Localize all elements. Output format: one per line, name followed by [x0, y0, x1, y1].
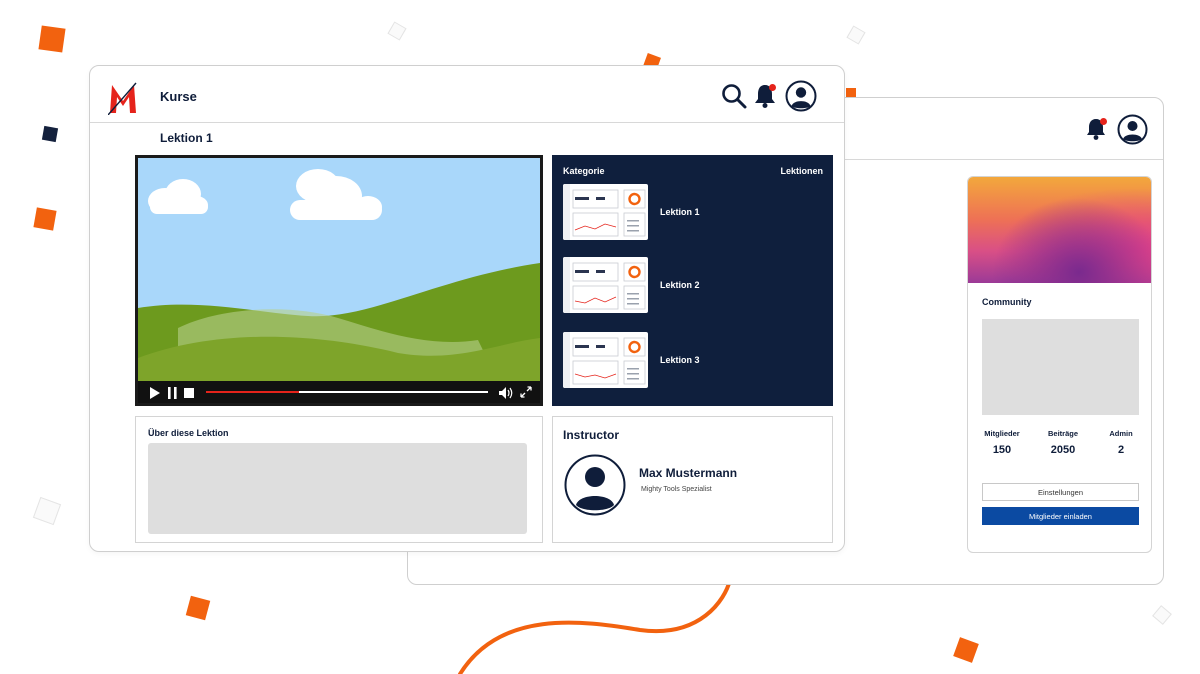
lesson-thumbnail: [563, 257, 648, 313]
about-lesson-card: Über diese Lektion: [135, 416, 543, 543]
instructor-avatar-icon[interactable]: [564, 454, 626, 516]
lesson-thumbnail: [563, 332, 648, 388]
stat-admins: Admin 2: [1104, 429, 1138, 456]
stat-label: Beiträge: [1047, 429, 1078, 438]
invite-members-button[interactable]: Mitglieder einladen: [982, 507, 1139, 525]
decor-square: [387, 21, 407, 41]
page-title: Lektion 1: [160, 131, 213, 145]
decor-square: [41, 125, 59, 143]
stat-members: Mitglieder 150: [982, 429, 1022, 456]
lesson-label: Lektion 3: [660, 355, 700, 365]
instructor-name: Max Mustermann: [639, 466, 738, 480]
video-progress-track[interactable]: [206, 391, 488, 393]
decor-swoosh: [458, 580, 732, 674]
about-title: Über diese Lektion: [148, 428, 229, 438]
play-icon[interactable]: [150, 386, 160, 403]
video-scene: [138, 158, 540, 381]
instructor-title: Instructor: [563, 428, 620, 442]
header-divider: [90, 122, 844, 123]
lessons-panel: Kategorie Lektionen Lektion 1 Lektion 2 …: [552, 155, 833, 406]
stat-value: 2: [1117, 444, 1125, 456]
nav-title[interactable]: Kurse: [160, 89, 197, 104]
lessons-header: Lektionen: [780, 166, 823, 176]
course-window: Kurse Lektion 1 Kategorie Lektionen Lekt…: [89, 65, 845, 552]
lesson-item[interactable]: Lektion 3: [563, 332, 823, 390]
community-banner: [968, 177, 1151, 283]
category-header: Kategorie: [563, 166, 605, 176]
community-card: Community Mitglieder 150 Beiträge 2050 A…: [967, 176, 1152, 553]
fullscreen-icon[interactable]: [520, 385, 532, 403]
stat-label: Mitglieder: [984, 429, 1020, 438]
search-icon[interactable]: [721, 83, 747, 114]
video-player[interactable]: [135, 155, 543, 406]
instructor-card: Instructor Max Mustermann Mighty Tools S…: [552, 416, 833, 543]
stat-posts: Beiträge 2050: [1043, 429, 1083, 456]
lesson-label: Lektion 2: [660, 280, 700, 290]
logo-icon[interactable]: [108, 81, 138, 115]
decor-square: [33, 207, 57, 231]
notification-dot: [1100, 118, 1107, 125]
volume-icon[interactable]: [499, 386, 515, 403]
community-title: Community: [982, 297, 1032, 307]
user-avatar-icon[interactable]: [785, 80, 817, 117]
decor-square: [38, 25, 66, 53]
stat-label: Admin: [1109, 429, 1133, 438]
notification-dot: [769, 84, 776, 91]
about-placeholder: [148, 443, 527, 534]
stop-icon[interactable]: [184, 386, 195, 403]
lesson-item[interactable]: Lektion 1: [563, 184, 823, 242]
lesson-label: Lektion 1: [660, 207, 700, 217]
user-avatar-icon[interactable]: [1117, 114, 1148, 150]
settings-button[interactable]: Einstellungen: [982, 483, 1139, 501]
decor-square: [185, 595, 211, 621]
community-placeholder: [982, 319, 1139, 415]
video-controls: [138, 381, 540, 403]
instructor-role: Mighty Tools Spezialist: [641, 486, 712, 493]
stat-value: 150: [992, 444, 1012, 456]
decor-square: [953, 637, 979, 663]
decor-square: [846, 25, 866, 45]
video-progress-fill: [206, 391, 300, 393]
stat-value: 2050: [1050, 444, 1076, 456]
lesson-item[interactable]: Lektion 2: [563, 257, 823, 315]
pause-icon[interactable]: [168, 386, 177, 403]
decor-square: [1152, 605, 1172, 625]
decor-square: [32, 496, 62, 526]
lesson-thumbnail: [563, 184, 648, 240]
